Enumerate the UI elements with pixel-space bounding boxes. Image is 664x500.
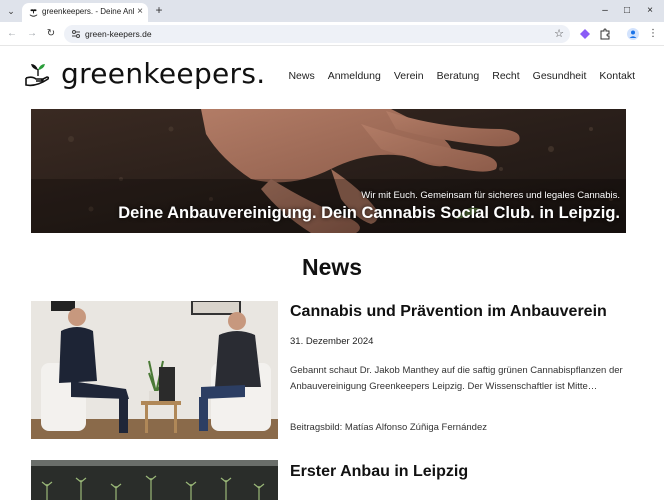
hero-subtitle: Wir mit Euch. Gemeinsam für sicheres und… — [361, 190, 620, 201]
site-favicon — [29, 9, 38, 17]
nav-item-verein[interactable]: Verein — [394, 70, 424, 82]
minimize-icon[interactable]: – — [598, 4, 612, 18]
hero-title: Deine Anbauvereinigung. Dein Cannabis So… — [118, 204, 620, 222]
tab-search-chevron-icon[interactable]: ⌄ — [4, 4, 18, 18]
browser-tab-bar: ⌄ greenkeepers. - Deine Anbauvereinigung… — [0, 0, 664, 22]
tab-close-icon[interactable]: × — [137, 6, 143, 18]
address-bar[interactable]: green-keepers.de ☆ — [64, 25, 570, 43]
seedlings-photo — [31, 460, 278, 500]
nav-item-recht[interactable]: Recht — [492, 70, 519, 82]
browser-toolbar: ← → ↻ green-keepers.de ☆ ⋮ — [0, 22, 664, 46]
nav-item-gesundheit[interactable]: Gesundheit — [533, 70, 587, 82]
forward-arrow-icon[interactable]: → — [25, 27, 39, 41]
post-title[interactable]: Erster Anbau in Leipzig — [290, 463, 468, 481]
post-image-interview[interactable] — [31, 301, 278, 439]
tab-title: greenkeepers. - Deine Anbauvereinigung — [42, 7, 134, 16]
web-page: greenkeepers. News Anmeldung Verein Bera… — [0, 47, 664, 500]
post-title[interactable]: Cannabis und Prävention im Anbauverein — [290, 303, 607, 321]
site-settings-icon[interactable] — [70, 28, 82, 40]
browser-tab[interactable]: greenkeepers. - Deine Anbauvereinigung × — [22, 3, 148, 22]
extension-gem-icon[interactable] — [578, 27, 592, 41]
back-arrow-icon[interactable]: ← — [5, 27, 19, 41]
bookmark-star-icon[interactable]: ☆ — [554, 27, 564, 41]
post-image-credit: Beitragsbild: Matías Alfonso Zúñiga Fern… — [290, 422, 487, 433]
new-tab-button[interactable]: + — [152, 3, 166, 17]
post-date: 31. Dezember 2024 — [290, 336, 374, 347]
url-text[interactable]: green-keepers.de — [85, 29, 152, 39]
interview-photo — [31, 301, 278, 439]
profile-avatar-icon[interactable] — [626, 27, 640, 41]
greenkeepers-logo-icon[interactable] — [24, 60, 52, 88]
main-navigation: News Anmeldung Verein Beratung Recht Ges… — [288, 70, 635, 82]
extensions-puzzle-icon[interactable] — [598, 27, 612, 41]
nav-item-news[interactable]: News — [288, 70, 314, 82]
reload-icon[interactable]: ↻ — [44, 27, 58, 41]
post-excerpt: Gebannt schaut Dr. Jakob Manthey auf die… — [290, 365, 623, 392]
close-window-icon[interactable]: × — [643, 4, 657, 18]
news-section-heading: News — [301, 254, 363, 280]
maximize-icon[interactable]: □ — [620, 4, 634, 18]
hero-banner: Wir mit Euch. Gemeinsam für sicheres und… — [31, 109, 626, 233]
nav-item-kontakt[interactable]: Kontakt — [599, 70, 635, 82]
post-image-seedlings[interactable] — [31, 460, 278, 500]
nav-item-beratung[interactable]: Beratung — [437, 70, 480, 82]
browser-menu-icon[interactable]: ⋮ — [646, 27, 660, 41]
site-logo-text[interactable]: greenkeepers. — [61, 57, 265, 90]
nav-item-anmeldung[interactable]: Anmeldung — [328, 70, 381, 82]
